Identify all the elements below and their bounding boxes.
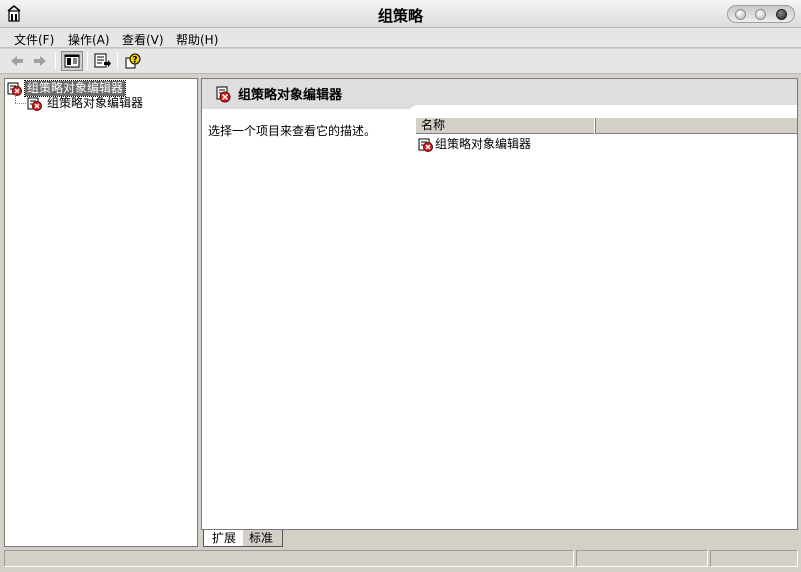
details-pane: 组策略对象编辑器 选择一个项目来查看它的描述。 名称 组策略对象编辑器	[201, 78, 798, 530]
menu-action[interactable]: 操作(A)	[68, 31, 110, 48]
tab-extended[interactable]: 扩展	[203, 530, 243, 547]
status-cell	[710, 550, 798, 567]
forward-button[interactable]	[29, 51, 51, 71]
title-bar: 组策略	[0, 0, 801, 28]
export-list-button[interactable]	[91, 51, 113, 71]
status-cell	[576, 550, 708, 567]
show-hide-tree-button[interactable]	[61, 51, 83, 71]
list-item-label: 组策略对象编辑器	[435, 137, 532, 151]
tree-connector	[15, 95, 16, 103]
description-text: 选择一个项目来查看它的描述。	[208, 124, 377, 138]
window-title: 组策略	[377, 7, 423, 25]
list-header: 名称	[416, 117, 797, 134]
minimize-button[interactable]	[735, 9, 746, 20]
toolbar-separator	[55, 52, 56, 70]
tab-standard[interactable]: 标准	[243, 530, 283, 547]
view-tabs: 扩展 标准	[201, 530, 798, 547]
show-hide-console-tree-icon	[64, 54, 80, 68]
tree-connector	[15, 103, 26, 104]
help-icon: ?	[125, 53, 141, 69]
toolbar: ?	[0, 49, 801, 74]
gpo-editor-icon	[418, 138, 433, 152]
toolbar-separator	[87, 52, 88, 70]
tree-item-child[interactable]: 组策略对象编辑器	[27, 96, 157, 111]
status-bar	[4, 548, 798, 568]
gpo-editor-icon	[7, 82, 22, 96]
window-controls	[727, 5, 795, 23]
menu-view[interactable]: 查看(V)	[122, 31, 164, 48]
close-button[interactable]	[776, 9, 787, 20]
menu-file[interactable]: 文件(F)	[14, 31, 54, 48]
menu-bar: 文件(F) 操作(A) 查看(V) 帮助(H)	[0, 28, 801, 48]
tree-item-root[interactable]: 组策略对象编辑器	[7, 80, 137, 97]
menu-help[interactable]: 帮助(H)	[176, 31, 218, 48]
tree-item-label: 组策略对象编辑器	[47, 96, 144, 110]
gpo-editor-icon	[27, 97, 42, 111]
gpo-editor-icon	[216, 85, 232, 106]
export-list-icon	[94, 53, 111, 68]
column-header-name[interactable]: 名称	[416, 118, 596, 134]
details-header-title: 组策略对象编辑器	[238, 88, 343, 103]
console-tree[interactable]: 组策略对象编辑器 组策略对象编辑器	[4, 78, 198, 547]
svg-text:?: ?	[132, 56, 137, 66]
header-bottom	[202, 109, 412, 119]
toolbar-separator	[117, 52, 118, 70]
status-cell	[4, 550, 574, 567]
help-button[interactable]: ?	[122, 51, 144, 71]
maximize-button[interactable]	[755, 9, 766, 20]
forward-arrow-icon	[34, 56, 46, 66]
back-arrow-icon	[11, 56, 23, 66]
column-header-blank[interactable]	[597, 118, 797, 134]
back-button[interactable]	[6, 51, 28, 71]
tree-item-label: 组策略对象编辑器	[23, 80, 127, 97]
